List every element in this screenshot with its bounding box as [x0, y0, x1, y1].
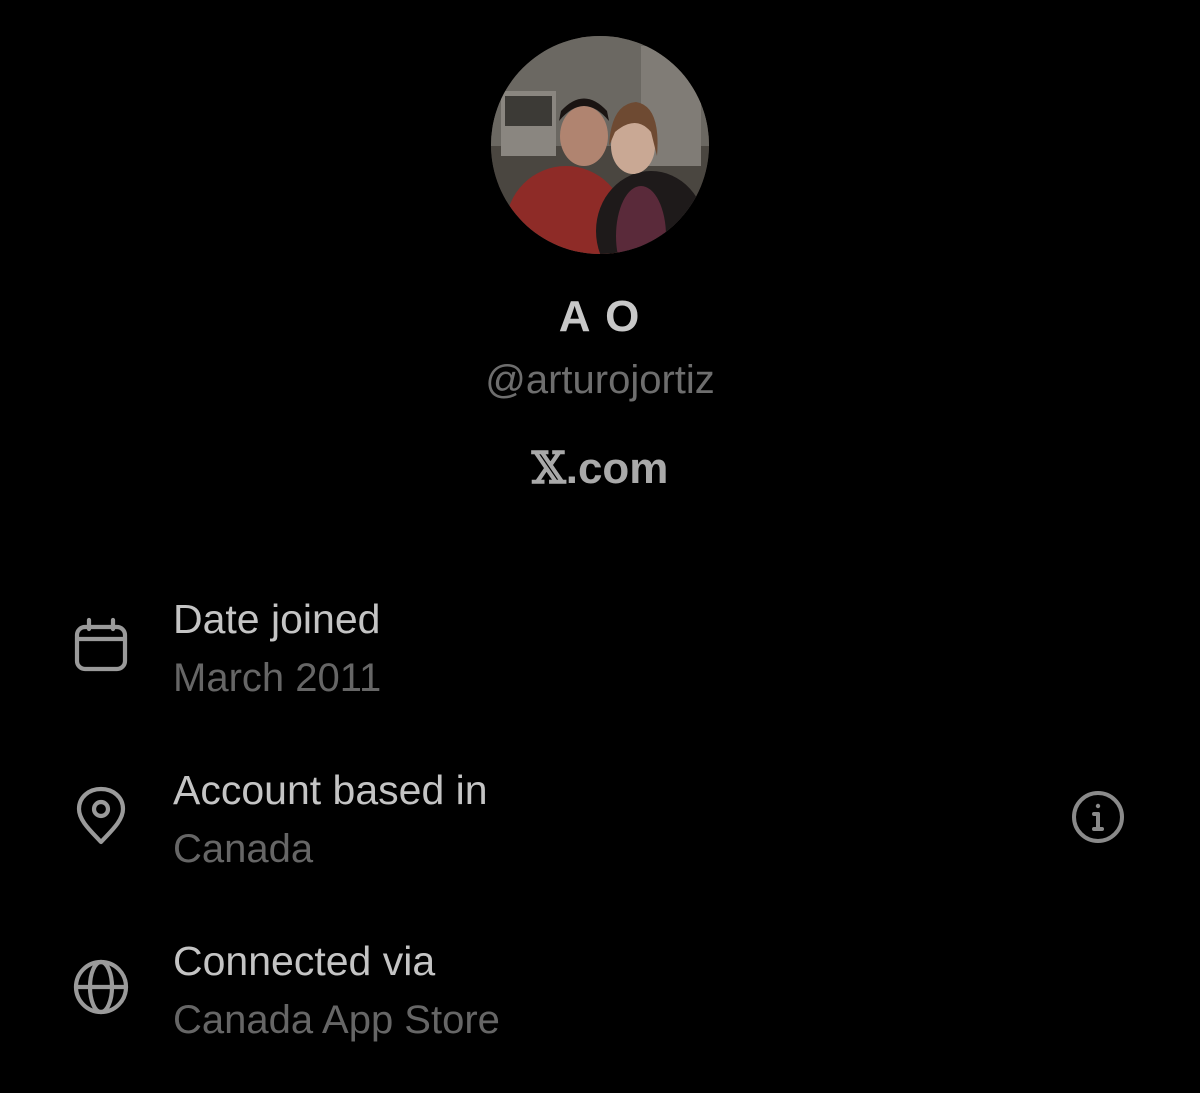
- profile-photo: [491, 36, 709, 254]
- detail-row-connected-via: Connected via Canada App Store: [0, 938, 1200, 1048]
- x-logo: 𝕏: [531, 443, 566, 494]
- detail-row-account-based-in: Account based in Canada: [0, 767, 1200, 877]
- account-based-in-label: Account based in: [173, 767, 488, 813]
- avatar[interactable]: [491, 36, 709, 254]
- date-joined-value: March 2011: [173, 656, 382, 700]
- username-handle: @arturojortiz: [485, 358, 715, 402]
- date-joined-label: Date joined: [173, 596, 381, 642]
- location-pin-icon: [70, 785, 132, 847]
- connected-via-value: Canada App Store: [173, 998, 500, 1042]
- connected-via-label: Connected via: [173, 938, 436, 984]
- calendar-icon: [70, 614, 132, 676]
- account-based-in-value: Canada: [173, 827, 314, 871]
- globe-icon: [70, 956, 132, 1018]
- detail-row-date-joined: Date joined March 2011: [0, 596, 1200, 706]
- x-brand: 𝕏.com: [0, 443, 1200, 494]
- info-icon[interactable]: [1070, 789, 1126, 845]
- display-name: A O: [558, 292, 642, 341]
- brand-suffix: .com: [565, 444, 669, 493]
